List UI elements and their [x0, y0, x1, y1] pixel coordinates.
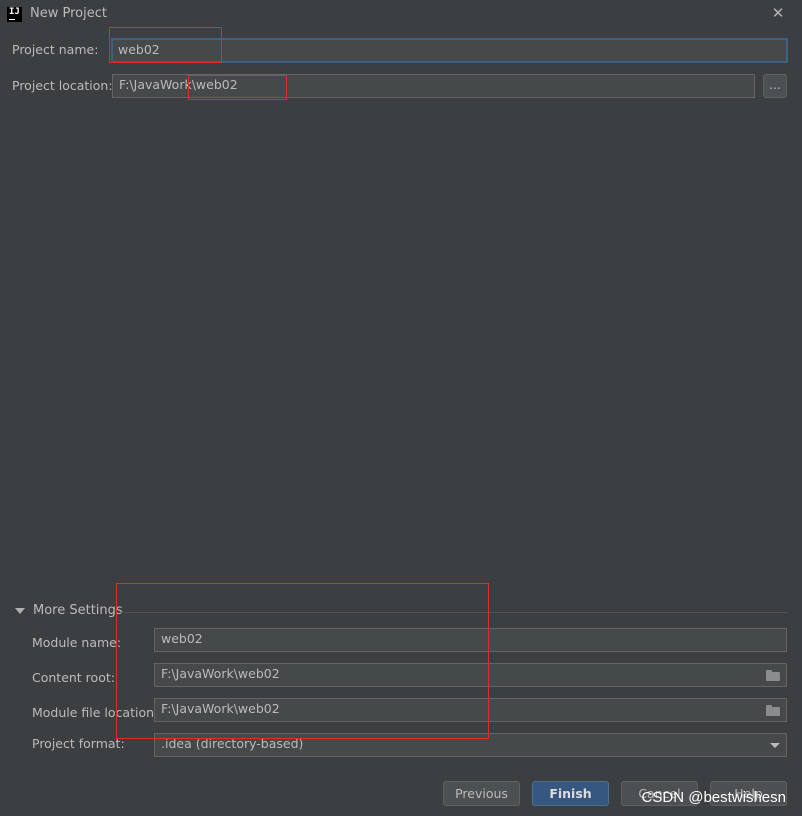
content-root-label: Content root:	[32, 670, 115, 685]
browse-location-button[interactable]: ...	[763, 74, 787, 98]
previous-button[interactable]: Previous	[443, 781, 520, 806]
project-format-select[interactable]: .idea (directory-based)	[154, 733, 787, 757]
project-name-label: Project name:	[12, 42, 99, 57]
project-location-input[interactable]: F:\JavaWork\web02	[112, 74, 755, 98]
module-file-location-label: Module file location:	[32, 705, 159, 720]
collapse-triangle-icon[interactable]	[15, 608, 25, 614]
watermark: CSDN @bestwishesn	[641, 789, 786, 806]
more-settings-title[interactable]: More Settings	[33, 603, 123, 618]
project-location-label: Project location:	[12, 78, 113, 93]
project-format-label: Project format:	[32, 736, 125, 751]
finish-button[interactable]: Finish	[532, 781, 609, 806]
more-settings-separator	[121, 612, 788, 613]
project-name-input[interactable]: web02	[111, 38, 788, 63]
window-title: New Project	[30, 6, 107, 21]
module-name-label: Module name:	[32, 635, 122, 650]
content-root-folder-icon[interactable]	[766, 670, 780, 681]
app-icon-text: IJ	[9, 7, 20, 17]
content-root-input[interactable]: F:\JavaWork\web02	[154, 663, 787, 687]
module-file-folder-icon[interactable]	[766, 705, 780, 716]
close-icon[interactable]: ✕	[769, 4, 787, 22]
intellij-app-icon: IJ	[7, 7, 22, 22]
chevron-down-icon[interactable]	[770, 743, 780, 748]
module-file-location-input[interactable]: F:\JavaWork\web02	[154, 698, 787, 722]
module-name-input[interactable]: web02	[154, 628, 787, 652]
